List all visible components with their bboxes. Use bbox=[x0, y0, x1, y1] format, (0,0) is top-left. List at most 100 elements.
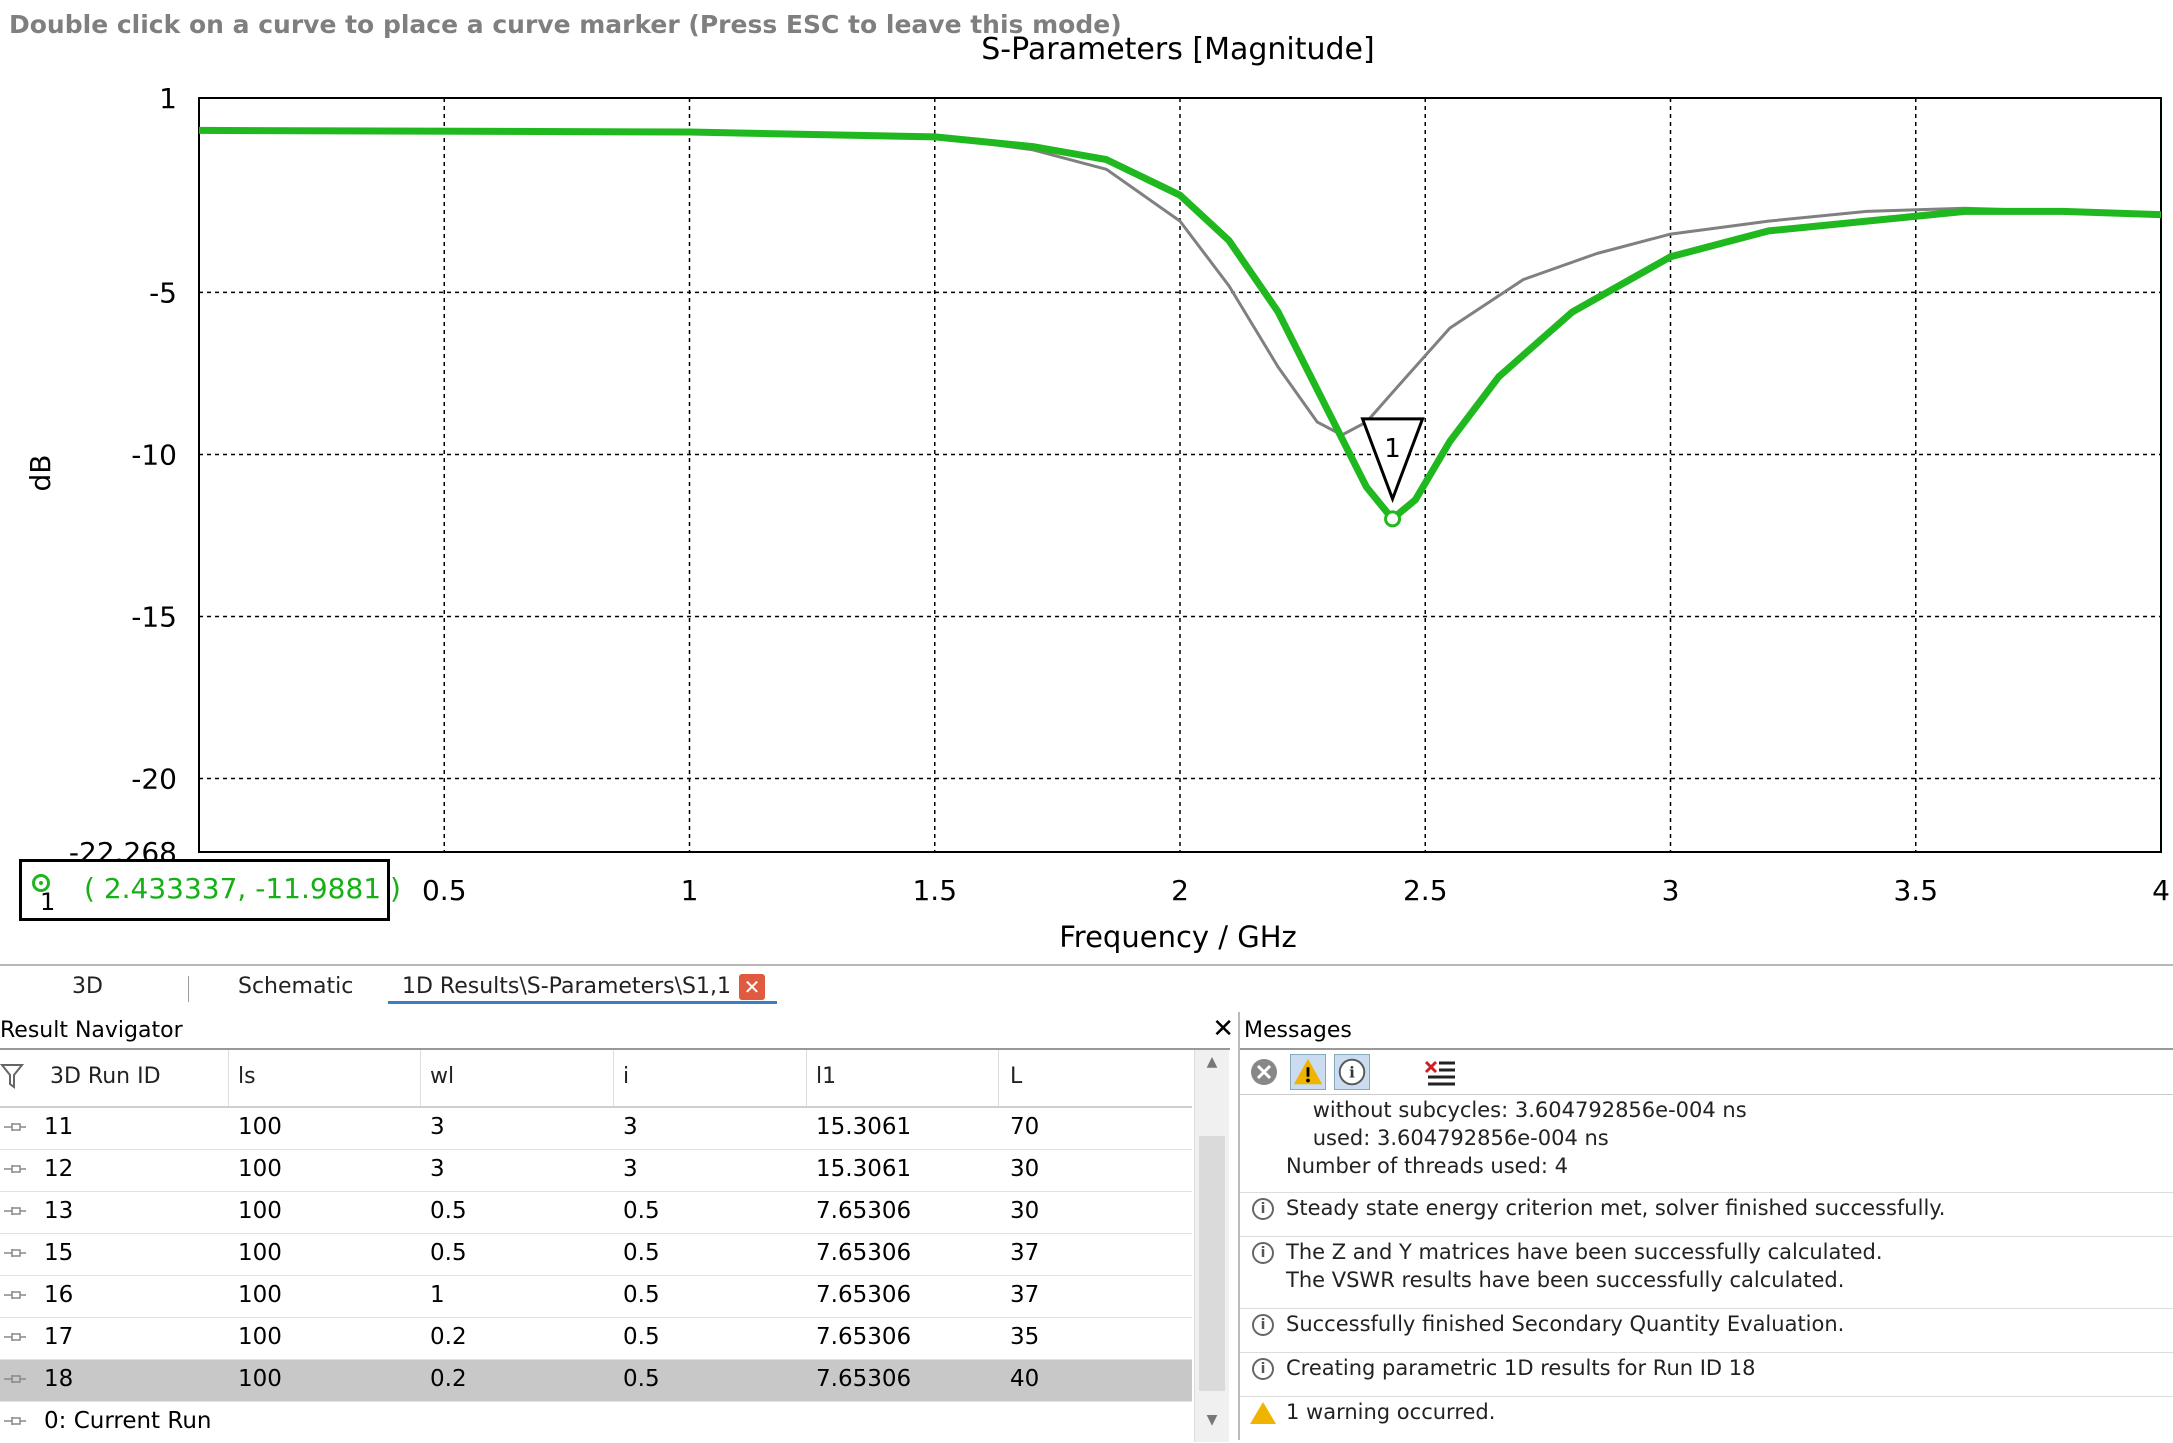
x-tick-label: 1.5 bbox=[912, 874, 957, 907]
message-line: i Creating parametric 1D results for Run … bbox=[1240, 1356, 2173, 1397]
table-cell: 0.5 bbox=[623, 1324, 660, 1350]
table-cell: 0.5 bbox=[430, 1240, 467, 1266]
table-cell: 15.3061 bbox=[816, 1156, 912, 1182]
svg-text:i: i bbox=[1349, 1064, 1355, 1082]
table-cell: 7.65306 bbox=[816, 1198, 912, 1224]
table-cell: 15.3061 bbox=[816, 1114, 912, 1140]
col-ls[interactable]: ls bbox=[238, 1064, 256, 1089]
col-wl[interactable]: wl bbox=[430, 1064, 454, 1089]
clear-messages-icon[interactable] bbox=[1422, 1054, 1458, 1090]
y-tick-label: -15 bbox=[131, 600, 177, 633]
warning-filter-icon[interactable] bbox=[1290, 1054, 1326, 1090]
table-cell: 70 bbox=[1010, 1114, 1040, 1140]
col-i[interactable]: i bbox=[623, 1064, 629, 1089]
current-run-row[interactable]: 0: Current Run bbox=[0, 1402, 1192, 1443]
table-cell: 35 bbox=[1010, 1324, 1040, 1350]
table-cell: 17 bbox=[44, 1324, 74, 1350]
table-cell: 18 bbox=[44, 1366, 74, 1392]
x-tick-label: 4 bbox=[2152, 874, 2170, 907]
table-cell: 3 bbox=[430, 1156, 445, 1182]
tab-separator bbox=[188, 976, 189, 1002]
table-row[interactable]: 16 100 1 0.5 7.65306 37 bbox=[0, 1276, 1192, 1318]
close-tab-icon[interactable]: ✕ bbox=[738, 974, 765, 1000]
col-L[interactable]: L bbox=[1010, 1064, 1022, 1089]
info-icon: i bbox=[1252, 1358, 1274, 1380]
x-axis-label: Frequency / GHz bbox=[1059, 920, 1297, 954]
table-cell: 3 bbox=[623, 1156, 638, 1182]
table-cell: 40 bbox=[1010, 1366, 1040, 1392]
table-cell: 3 bbox=[430, 1114, 445, 1140]
table-cell: 100 bbox=[238, 1366, 282, 1392]
table-row[interactable]: 18 100 0.2 0.5 7.65306 40 bbox=[0, 1360, 1192, 1402]
message-text: Number of threads used: 4 bbox=[1286, 1154, 1569, 1178]
message-text: used: 3.604792856e-004 ns bbox=[1286, 1126, 1609, 1150]
table-cell: 0.5 bbox=[430, 1198, 467, 1224]
table-cell: 37 bbox=[1010, 1240, 1040, 1266]
result-navigator-title: Result Navigator bbox=[0, 1018, 183, 1043]
message-text: Steady state energy criterion met, solve… bbox=[1286, 1196, 1946, 1220]
tab-1d-results[interactable]: 1D Results\S-Parameters\S1,1 ✕ bbox=[388, 966, 777, 1004]
x-tick-label: 3.5 bbox=[1893, 874, 1938, 907]
table-cell: 0.2 bbox=[430, 1366, 467, 1392]
messages-toolbar: i bbox=[1240, 1048, 2173, 1095]
message-line: The VSWR results have been successfully … bbox=[1240, 1268, 2173, 1309]
tab-3d[interactable]: 3D bbox=[72, 974, 103, 999]
info-icon: i bbox=[1252, 1314, 1274, 1336]
message-text: Successfully finished Secondary Quantity… bbox=[1286, 1312, 1845, 1336]
table-row[interactable]: 11 100 3 3 15.3061 70 bbox=[0, 1108, 1192, 1150]
message-text: 1 warning occurred. bbox=[1286, 1400, 1496, 1424]
close-icon[interactable]: ✕ bbox=[1212, 1014, 1234, 1044]
result-navigator-table: 3D Run ID ls wl i l1 L 11 100 3 3 15.3061 70 1… bbox=[0, 1048, 1230, 1442]
col-l1[interactable]: l1 bbox=[816, 1064, 836, 1089]
filter-icon[interactable] bbox=[0, 1062, 24, 1090]
warning-icon bbox=[1250, 1402, 1276, 1424]
table-header: 3D Run ID ls wl i l1 L bbox=[0, 1050, 1192, 1108]
message-line: i Steady state energy criterion met, solv… bbox=[1240, 1196, 2173, 1237]
table-row[interactable]: 15 100 0.5 0.5 7.65306 37 bbox=[0, 1234, 1192, 1276]
scroll-up-icon[interactable]: ▲ bbox=[1199, 1054, 1225, 1082]
table-cell: 100 bbox=[238, 1114, 282, 1140]
s-parameter-chart[interactable]: S-Parameters [Magnitude] Frequency / GHz… bbox=[0, 0, 2173, 964]
result-navigator-header: Result Navigator ✕ bbox=[0, 1012, 1234, 1048]
message-text: The Z and Y matrices have been successfu… bbox=[1286, 1240, 1883, 1264]
table-cell: 13 bbox=[44, 1198, 74, 1224]
pin-icon bbox=[4, 1375, 26, 1383]
info-filter-icon[interactable]: i bbox=[1334, 1054, 1370, 1090]
message-line: i Successfully finished Secondary Quantit… bbox=[1240, 1312, 2173, 1353]
x-tick-label: 2.5 bbox=[1403, 874, 1448, 907]
table-cell: 100 bbox=[238, 1156, 282, 1182]
marker-point bbox=[1384, 510, 1402, 528]
error-filter-icon[interactable] bbox=[1246, 1054, 1282, 1090]
marker-value: ( 2.433337, -11.9881 ) bbox=[84, 872, 401, 905]
table-cell: 15 bbox=[44, 1240, 74, 1266]
y-tick-label: 1 bbox=[159, 82, 177, 115]
pin-icon bbox=[4, 1123, 26, 1131]
document-tabs: 3D Schematic 1D Results\S-Parameters\S1,… bbox=[0, 964, 2173, 1006]
table-cell: 100 bbox=[238, 1324, 282, 1350]
pin-icon bbox=[4, 1207, 26, 1215]
scroll-down-icon[interactable]: ▼ bbox=[1199, 1412, 1225, 1440]
message-text: The VSWR results have been successfully … bbox=[1286, 1268, 1845, 1292]
table-scrollbar[interactable]: ▲ ▼ bbox=[1194, 1050, 1229, 1442]
table-row[interactable]: 12 100 3 3 15.3061 30 bbox=[0, 1150, 1192, 1192]
table-row[interactable]: 13 100 0.5 0.5 7.65306 30 bbox=[0, 1192, 1192, 1234]
table-cell: 30 bbox=[1010, 1198, 1040, 1224]
y-tick-label: -20 bbox=[131, 763, 177, 796]
message-line: without subcycles: 3.604792856e-004 ns bbox=[1240, 1098, 2173, 1122]
x-tick-label: 1 bbox=[681, 874, 699, 907]
table-row[interactable]: 17 100 0.2 0.5 7.65306 35 bbox=[0, 1318, 1192, 1360]
messages-panel: Messages i without subcycles: 3.60479285… bbox=[1238, 1012, 2173, 1440]
tab-schematic[interactable]: Schematic bbox=[238, 974, 353, 999]
pin-icon bbox=[4, 1291, 26, 1299]
pin-icon bbox=[4, 1249, 26, 1257]
scrollbar-thumb[interactable] bbox=[1199, 1136, 1225, 1391]
table-cell: 7.65306 bbox=[816, 1366, 912, 1392]
marker-readout[interactable]: 1 ( 2.433337, -11.9881 ) bbox=[19, 859, 401, 921]
col-run-id[interactable]: 3D Run ID bbox=[50, 1064, 161, 1089]
table-cell: 7.65306 bbox=[816, 1324, 912, 1350]
table-cell: 11 bbox=[44, 1114, 74, 1140]
table-cell: 16 bbox=[44, 1282, 74, 1308]
y-tick-label: -5 bbox=[149, 276, 177, 309]
message-line: i The Z and Y matrices have been successf… bbox=[1240, 1240, 2173, 1264]
info-icon: i bbox=[1252, 1242, 1274, 1264]
